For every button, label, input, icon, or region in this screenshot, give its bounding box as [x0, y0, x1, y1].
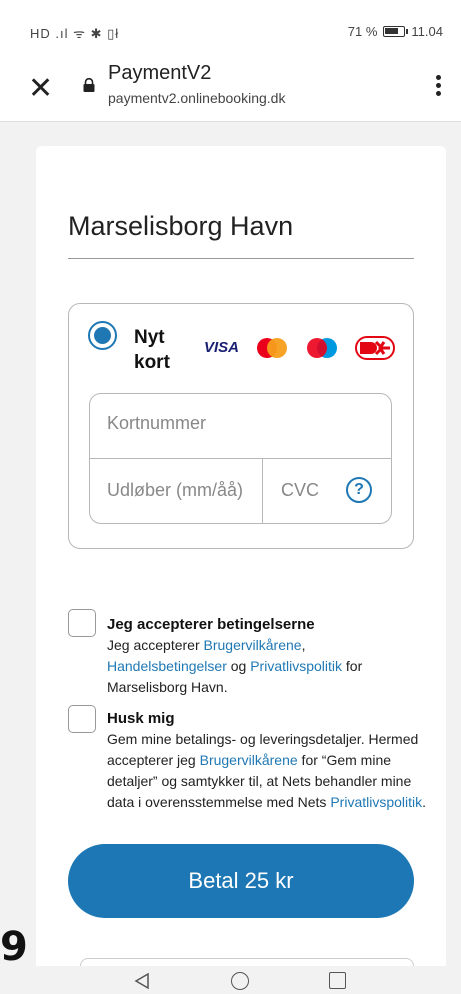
new-card-radio[interactable]	[88, 321, 117, 350]
field-divider	[262, 458, 263, 524]
trade-conditions-link[interactable]: Handelsbetingelser	[107, 658, 227, 674]
dankort-logo	[355, 336, 395, 360]
terms-text: ,	[301, 637, 306, 653]
overlay-digit: 9	[0, 924, 28, 970]
terms-text: og	[226, 658, 251, 674]
merchant-name: Marselisborg Havn	[68, 211, 294, 241]
page-title: PaymentV2	[108, 62, 212, 84]
cvc-input[interactable]: CVC	[281, 480, 319, 501]
user-terms-link[interactable]: Brugervilkårene	[200, 752, 298, 768]
user-terms-link[interactable]: Brugervilkårene	[204, 637, 302, 653]
close-icon[interactable]: ✕	[28, 74, 53, 104]
remember-me-title: Husk mig	[107, 710, 175, 727]
browser-toolbar: ✕ PaymentV2 paymentv2.onlinebooking.dk	[0, 60, 461, 122]
maestro-logo	[307, 338, 337, 358]
accept-terms-title: Jeg accepterer betingelserne	[107, 616, 315, 633]
status-bar: HD .ıl ᯤ ✱ ▯ł 71 % 11.04	[0, 0, 461, 60]
privacy-policy-link[interactable]: Privatlivspolitik	[250, 658, 342, 674]
accept-terms-text: Jeg accepterer betingelserne Jeg accepte…	[107, 614, 427, 698]
remember-text: .	[422, 794, 427, 810]
lock-icon	[83, 78, 95, 92]
page-url: paymentv2.onlinebooking.dk	[108, 90, 286, 106]
visa-logo: VISA	[204, 339, 240, 356]
card-number-input[interactable]: Kortnummer	[107, 413, 206, 434]
pay-button[interactable]: Betal 25 kr	[68, 844, 414, 918]
battery-icon	[383, 26, 409, 37]
remember-me-checkbox[interactable]	[68, 705, 96, 733]
status-icons: HD .ıl ᯤ ✱ ▯ł	[30, 26, 120, 41]
privacy-policy-link[interactable]: Privatlivspolitik	[330, 794, 422, 810]
recent-apps-icon[interactable]	[329, 972, 346, 989]
accept-terms-checkbox[interactable]	[68, 609, 96, 637]
new-card-label: Nyt kort	[134, 327, 170, 373]
divider	[68, 258, 414, 259]
clock: 11.04	[411, 24, 443, 39]
status-right: 71 % 11.04	[348, 24, 443, 39]
expiry-input[interactable]: Udløber (mm/åå)	[107, 480, 243, 501]
back-icon[interactable]	[133, 972, 151, 990]
cvc-help-icon[interactable]: ?	[346, 477, 372, 503]
remember-me-text: Husk mig Gem mine betalings- og levering…	[107, 708, 427, 813]
field-divider	[90, 458, 391, 459]
more-options-icon[interactable]	[433, 72, 443, 102]
terms-text: Jeg accepterer	[107, 637, 204, 653]
home-icon[interactable]	[231, 972, 249, 990]
battery-percent: 71 %	[347, 24, 378, 39]
mastercard-logo	[257, 338, 287, 358]
